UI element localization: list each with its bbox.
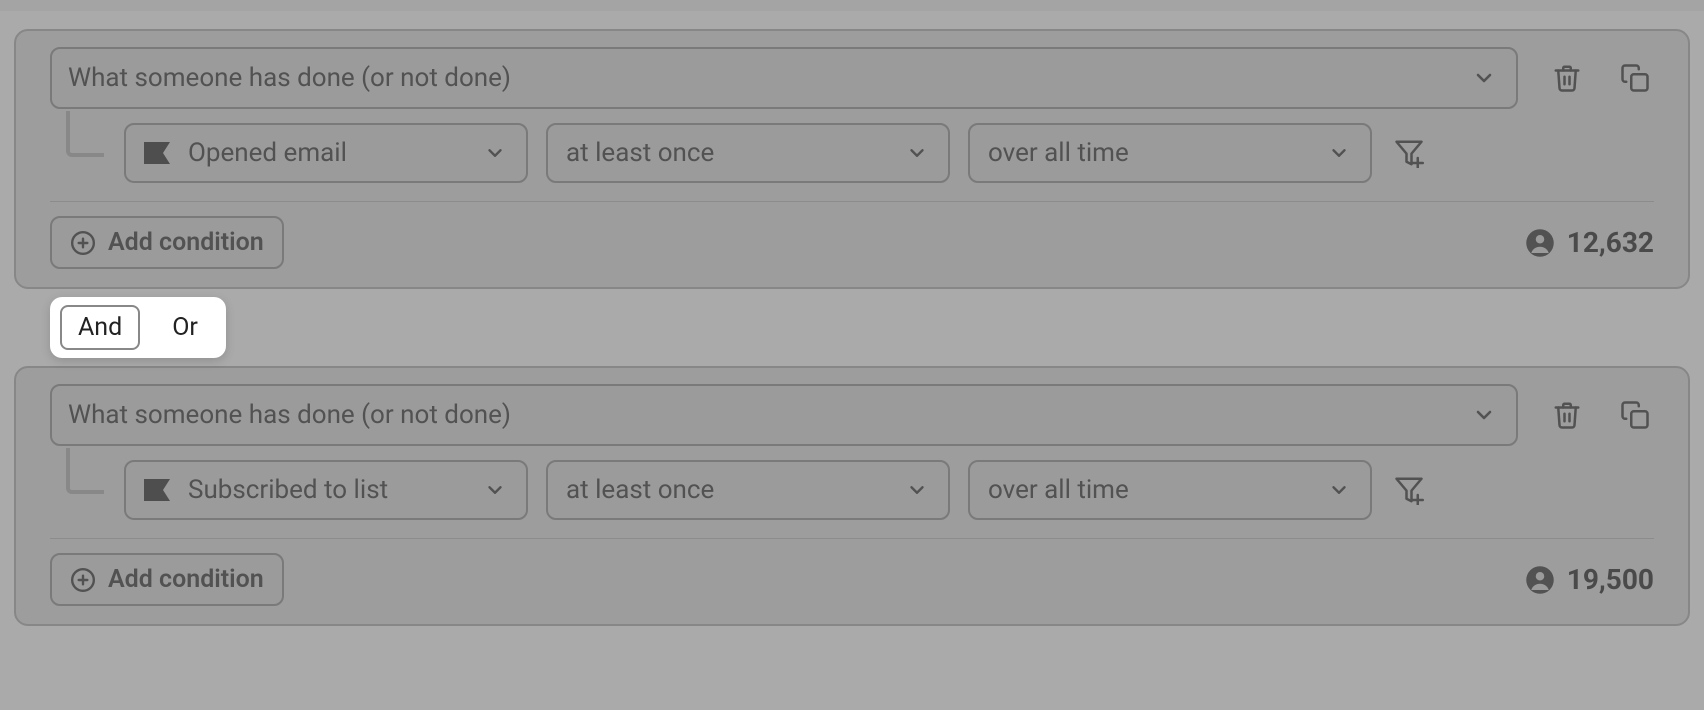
metric-label: Opened email: [188, 138, 347, 168]
condition-type-select[interactable]: What someone has done (or not done): [50, 384, 1518, 446]
member-count: 19,500: [1525, 563, 1654, 596]
member-count-value: 19,500: [1567, 563, 1654, 596]
condition-type-select[interactable]: What someone has done (or not done): [50, 47, 1518, 109]
add-condition-button[interactable]: Add condition: [50, 553, 284, 606]
delete-button[interactable]: [1548, 396, 1586, 434]
flag-icon: [144, 479, 170, 501]
trash-icon: [1552, 63, 1582, 93]
divider: [50, 538, 1654, 539]
frequency-select[interactable]: at least once: [546, 123, 950, 183]
plus-circle-icon: [70, 230, 96, 256]
joiner-or-button[interactable]: Or: [154, 305, 216, 350]
frequency-label: at least once: [566, 475, 714, 505]
divider: [50, 201, 1654, 202]
delete-button[interactable]: [1548, 59, 1586, 97]
frequency-label: at least once: [566, 138, 714, 168]
chevron-down-icon: [484, 479, 506, 501]
filter-plus-icon: [1394, 138, 1424, 168]
copy-icon: [1620, 400, 1650, 430]
plus-circle-icon: [70, 567, 96, 593]
chevron-down-icon: [906, 479, 928, 501]
add-condition-label: Add condition: [108, 228, 264, 257]
copy-icon: [1620, 63, 1650, 93]
timerange-select[interactable]: over all time: [968, 460, 1372, 520]
chevron-down-icon: [1472, 403, 1496, 427]
duplicate-button[interactable]: [1616, 396, 1654, 434]
person-icon: [1525, 565, 1555, 595]
person-icon: [1525, 228, 1555, 258]
condition-group: What someone has done (or not done): [14, 29, 1690, 289]
condition-type-label: What someone has done (or not done): [68, 63, 511, 93]
filter-plus-icon: [1394, 475, 1424, 505]
frequency-select[interactable]: at least once: [546, 460, 950, 520]
add-filter-button[interactable]: [1390, 471, 1428, 509]
timerange-label: over all time: [988, 475, 1129, 505]
logic-joiner: And Or: [50, 297, 226, 358]
chevron-down-icon: [1328, 479, 1350, 501]
add-condition-label: Add condition: [108, 565, 264, 594]
timerange-label: over all time: [988, 138, 1129, 168]
trash-icon: [1552, 400, 1582, 430]
add-condition-button[interactable]: Add condition: [50, 216, 284, 269]
metric-select[interactable]: Subscribed to list: [124, 460, 528, 520]
chevron-down-icon: [1472, 66, 1496, 90]
metric-label: Subscribed to list: [188, 475, 388, 505]
connector-elbow: [50, 123, 112, 183]
metric-select[interactable]: Opened email: [124, 123, 528, 183]
connector-elbow: [50, 460, 112, 520]
add-filter-button[interactable]: [1390, 134, 1428, 172]
duplicate-button[interactable]: [1616, 59, 1654, 97]
member-count: 12,632: [1525, 226, 1654, 259]
member-count-value: 12,632: [1567, 226, 1654, 259]
chevron-down-icon: [1328, 142, 1350, 164]
condition-type-label: What someone has done (or not done): [68, 400, 511, 430]
chevron-down-icon: [484, 142, 506, 164]
condition-group: What someone has done (or not done): [14, 366, 1690, 626]
flag-icon: [144, 142, 170, 164]
chevron-down-icon: [906, 142, 928, 164]
joiner-and-button[interactable]: And: [60, 305, 140, 350]
timerange-select[interactable]: over all time: [968, 123, 1372, 183]
